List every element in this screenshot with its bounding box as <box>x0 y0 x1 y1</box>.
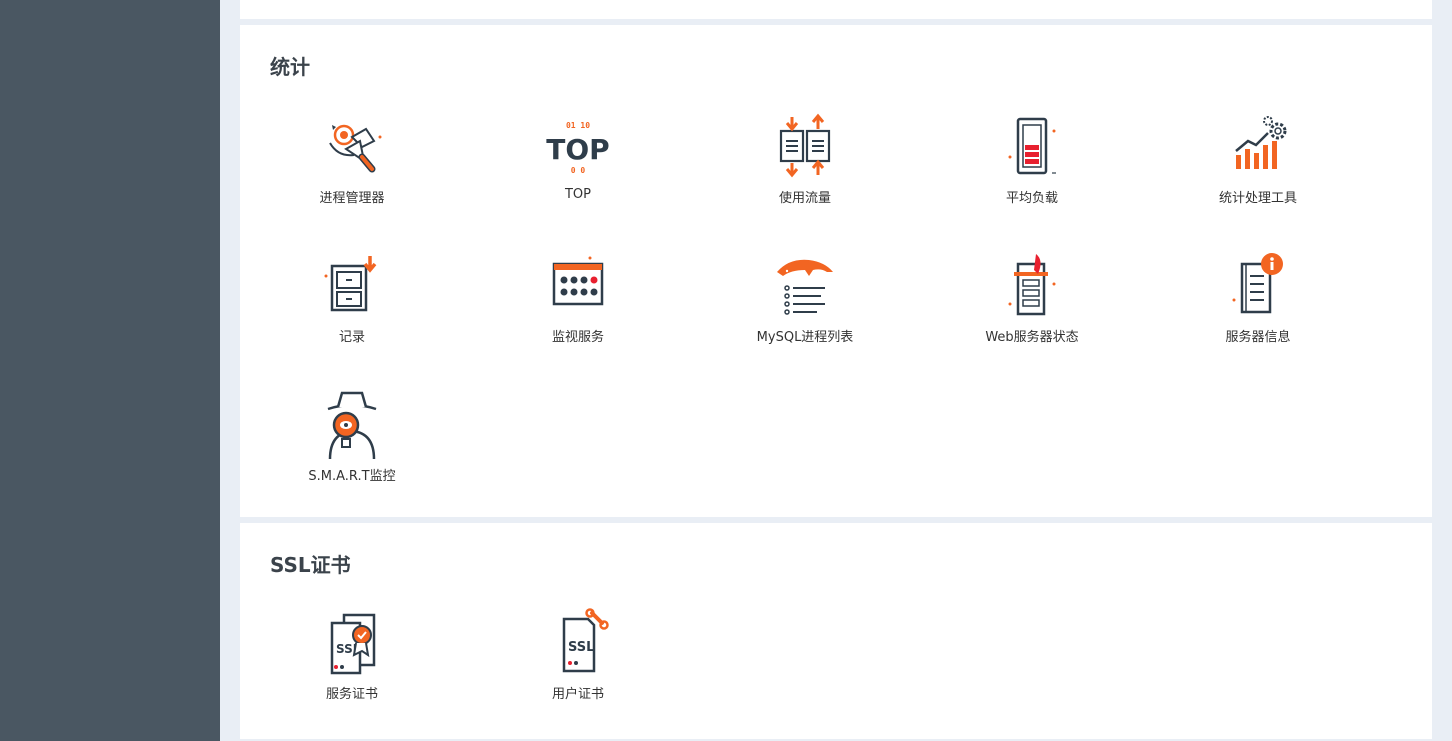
tile-top[interactable]: 01 10 TOP 0 0 TOP <box>498 111 658 221</box>
tile-smart-monitor[interactable]: S.M.A.R.T监控 <box>272 389 432 499</box>
tile-process-manager[interactable]: 进程管理器 <box>272 111 432 221</box>
tile-service-monitor[interactable]: 监视服务 <box>498 250 658 360</box>
user-certificate-icon: SSL <box>562 608 609 673</box>
top-panel <box>240 0 1432 19</box>
tile-label: 用户证书 <box>551 687 604 702</box>
tile-label: Web服务器状态 <box>985 330 1079 345</box>
tile-label: MySQL进程列表 <box>756 330 854 345</box>
tile-label: 服务器信息 <box>1225 330 1291 345</box>
mysql-dolphin-icon <box>777 259 833 315</box>
load-average-icon <box>1008 117 1056 175</box>
svg-text:SSL: SSL <box>568 640 594 655</box>
tile-label: 记录 <box>338 330 365 345</box>
svg-text:01 10: 01 10 <box>566 121 590 130</box>
tile-traffic-usage[interactable]: 使用流量 <box>725 111 885 221</box>
tile-server-info[interactable]: 服务器信息 <box>1178 250 1338 360</box>
service-monitor-icon <box>552 256 604 306</box>
tile-label: 监视服务 <box>551 330 604 345</box>
statistics-tool-icon <box>1235 116 1287 169</box>
tile-web-server-status[interactable]: Web服务器状态 <box>952 250 1112 360</box>
server-certificate-icon: SSL <box>330 613 376 675</box>
stats-panel: 统计 进程管理器 01 10 TOP 0 0 TOP 使用流量 平均负载 统计处… <box>240 25 1432 517</box>
ssl-panel: SSL证书 SSL 服务证书 SSL 用户证书 <box>240 523 1432 739</box>
top-icon: 01 10 TOP 0 0 <box>546 121 609 175</box>
sidebar <box>0 0 220 741</box>
tile-label: 使用流量 <box>778 191 831 206</box>
process-manager-icon <box>329 124 382 173</box>
section-title-ssl: SSL证书 <box>270 553 351 577</box>
tile-statistics-tool[interactable]: 统计处理工具 <box>1178 111 1338 221</box>
tile-label: 进程管理器 <box>319 191 385 206</box>
tile-load-average[interactable]: 平均负载 <box>952 111 1112 221</box>
tile-label: S.M.A.R.T监控 <box>308 469 396 484</box>
svg-text:TOP: TOP <box>546 133 609 166</box>
smart-monitor-spy-icon <box>327 391 377 460</box>
traffic-usage-icon <box>779 113 831 178</box>
tile-label: 平均负载 <box>1005 191 1058 206</box>
section-title-stats: 统计 <box>270 55 310 79</box>
tile-label: 统计处理工具 <box>1218 191 1297 206</box>
tile-label: 服务证书 <box>325 687 378 702</box>
server-info-icon <box>1232 253 1283 314</box>
web-server-status-icon <box>1008 254 1056 316</box>
logs-icon <box>324 256 377 312</box>
tile-logs[interactable]: 记录 <box>272 250 432 360</box>
svg-text:0 0: 0 0 <box>571 166 586 175</box>
tile-label: TOP <box>564 187 591 202</box>
tile-mysql-process-list[interactable]: MySQL进程列表 <box>725 250 885 360</box>
tile-user-certificate[interactable]: SSL 用户证书 <box>498 607 658 717</box>
tile-server-certificate[interactable]: SSL 服务证书 <box>272 607 432 717</box>
